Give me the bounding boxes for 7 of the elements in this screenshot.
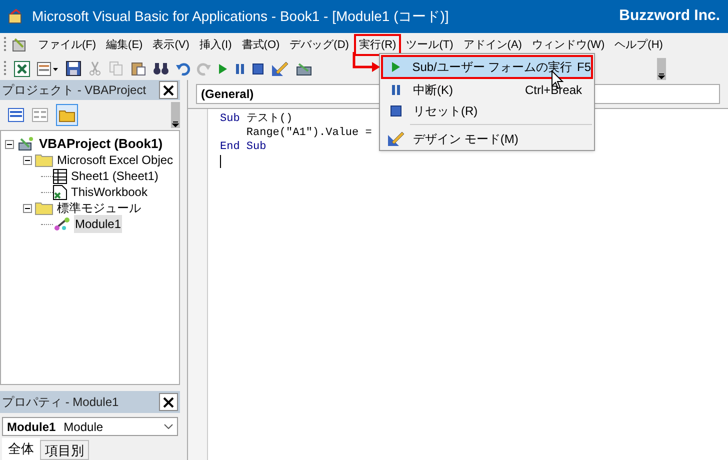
window-title: Microsoft Visual Basic for Applications - Book1 - [Module1 (コード)] — [32, 7, 449, 26]
brand-label: Buzzword Inc. — [619, 6, 720, 26]
code-line: End Sub — [220, 141, 268, 155]
code-line: Sub テスト() — [220, 113, 294, 127]
panel-title: プロパティ - Module1 — [2, 394, 119, 411]
panel-title: プロジェクト - VBAProject — [2, 82, 146, 99]
code-line: Range("A1").Value = — [245, 127, 372, 141]
